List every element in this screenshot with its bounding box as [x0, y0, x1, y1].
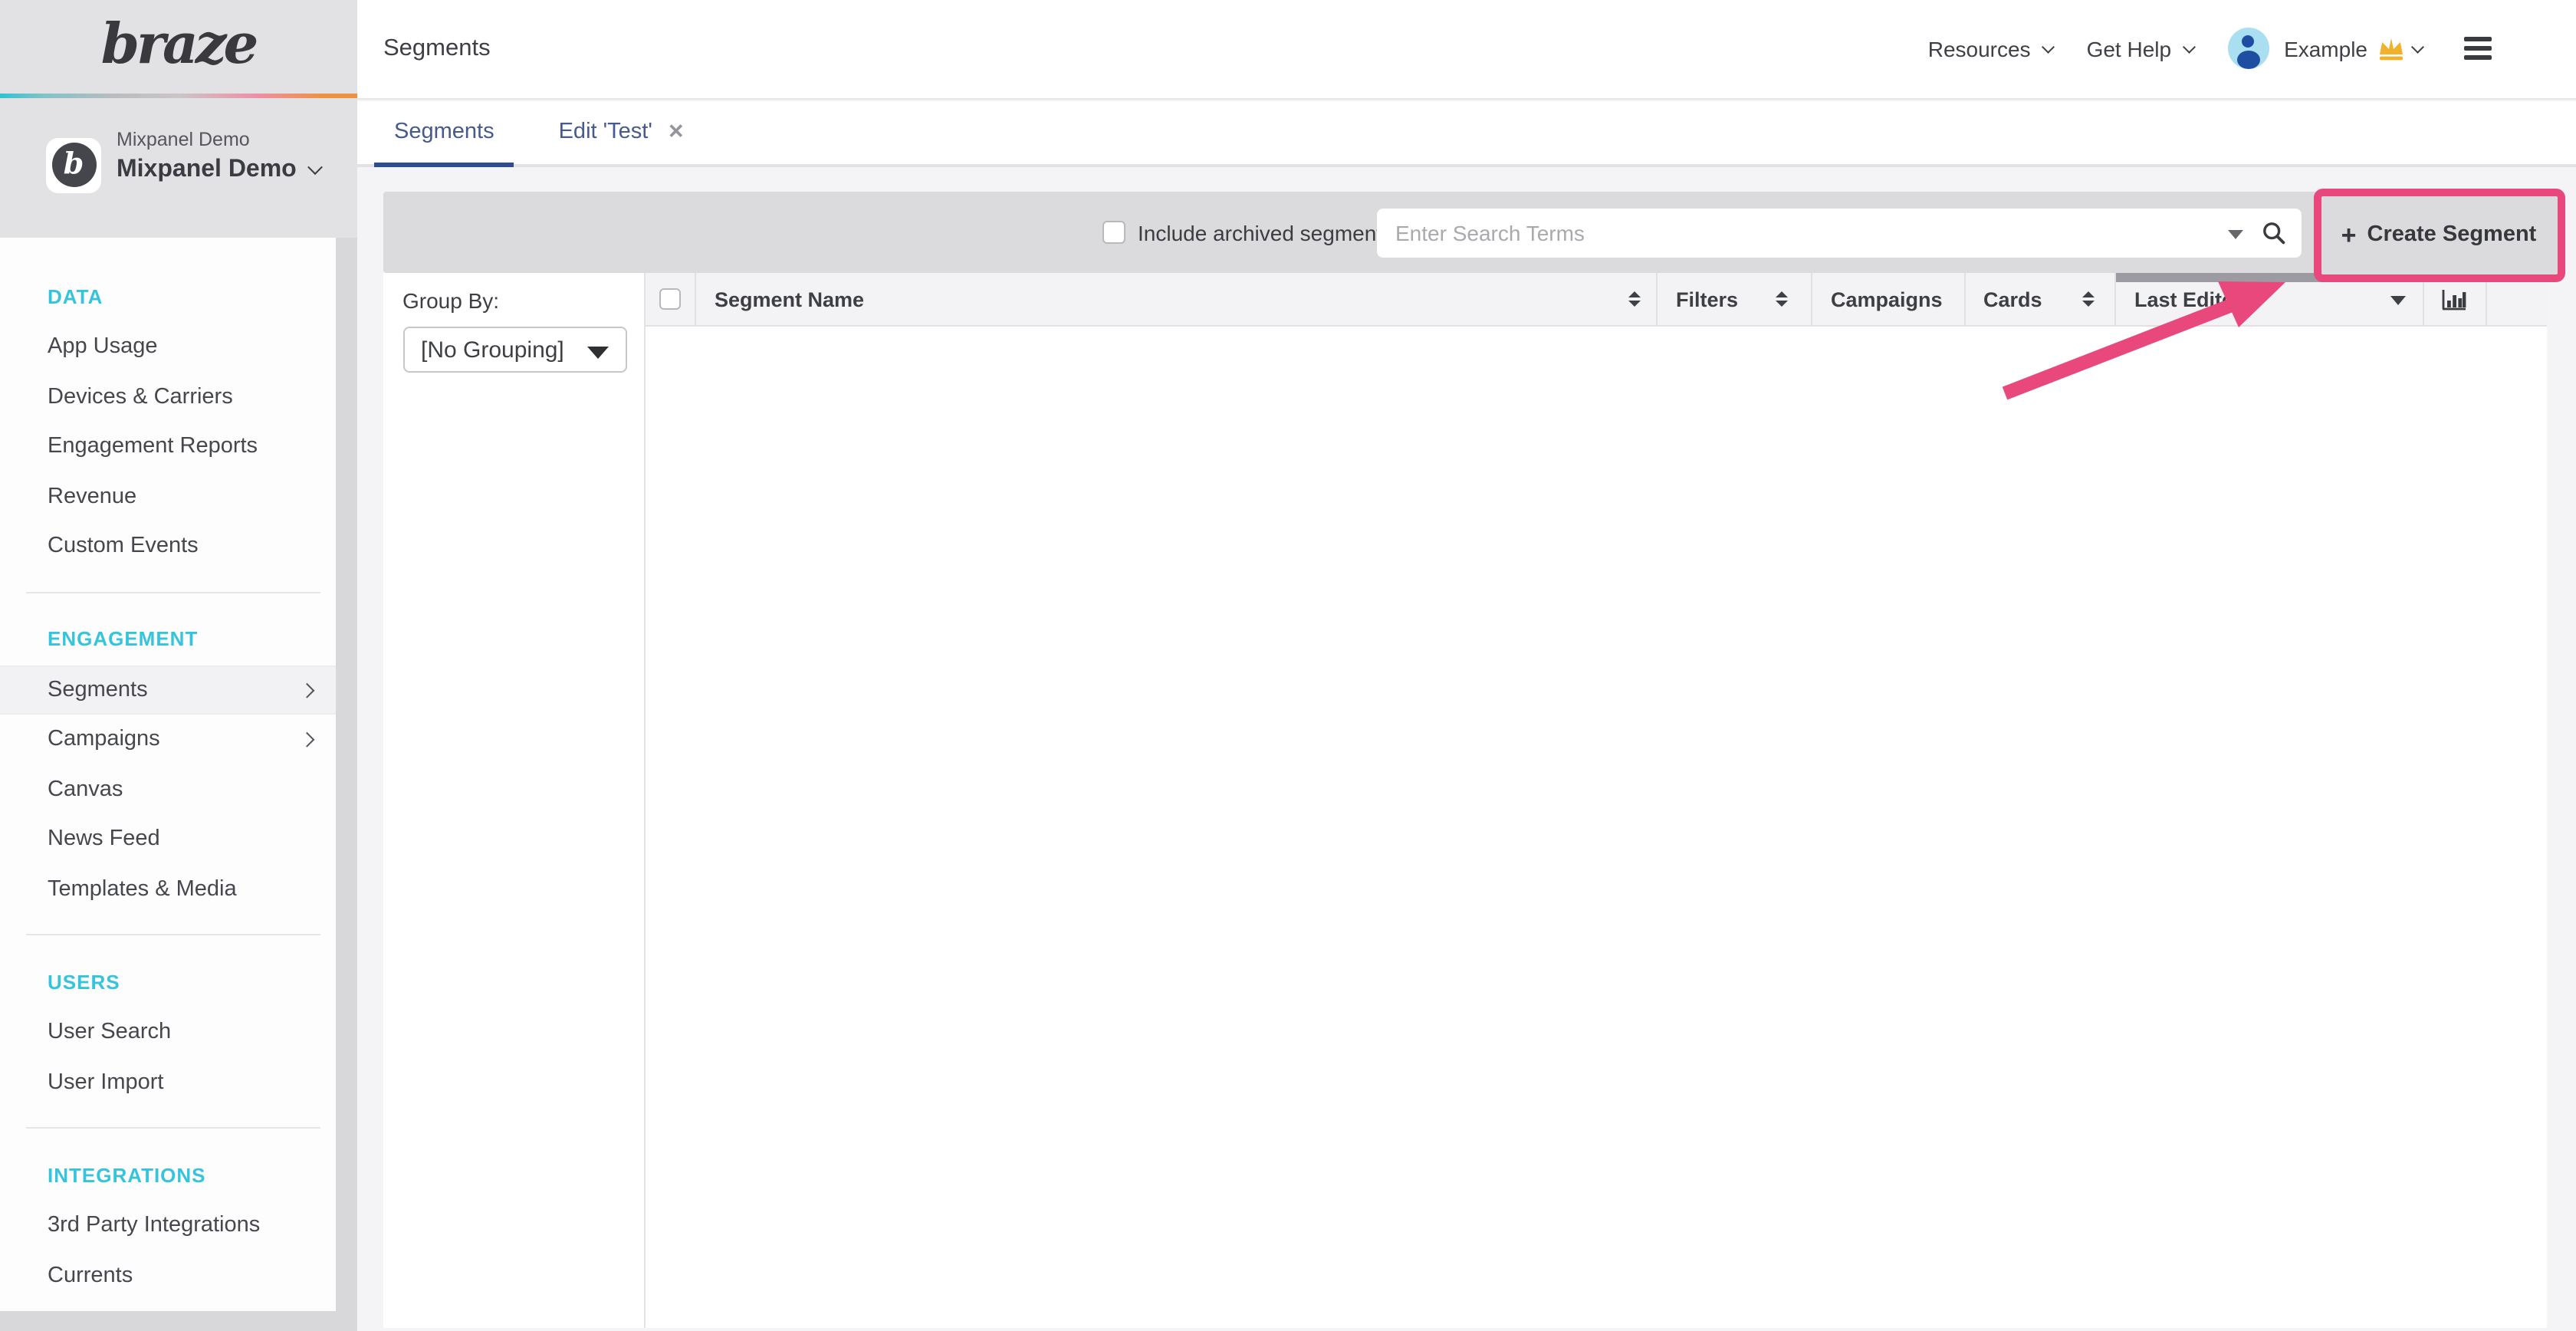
hamburger-menu-icon[interactable]: [2463, 38, 2491, 61]
caret-down-icon[interactable]: [2228, 229, 2243, 238]
table-body-empty: [646, 327, 2547, 1328]
search-box: [1377, 208, 2302, 257]
page-title: Segments: [383, 0, 491, 99]
nav-divider: [26, 1127, 320, 1129]
close-icon[interactable]: ✕: [668, 120, 685, 144]
top-bar: Segments Resources Get Help Example: [356, 0, 2576, 99]
avatar[interactable]: [2227, 28, 2269, 70]
sidebar-item-user-import[interactable]: User Import: [0, 1057, 335, 1107]
sort-icon[interactable]: [1628, 291, 1641, 307]
search-icon[interactable]: [2262, 220, 2286, 245]
username: Example: [2284, 37, 2367, 61]
chevron-down-icon: [308, 159, 324, 175]
group-by-panel: Group By: [No Grouping]: [383, 273, 646, 1328]
sidebar-item-segments[interactable]: Segments: [0, 665, 335, 715]
segments-toolbar: Include archived segments: [383, 192, 2547, 273]
nav-divider: [26, 591, 320, 593]
get-help-menu[interactable]: Get Help: [2087, 37, 2194, 61]
braze-dashboard: braze b Mixpanel Demo Mixpanel Demo DATA…: [0, 0, 2576, 1331]
annotation-highlight-box: + Create Segment: [2313, 188, 2564, 282]
group-by-select[interactable]: [No Grouping]: [402, 327, 626, 373]
nav-section-users: USERS: [0, 955, 335, 1007]
chevron-down-icon[interactable]: [2412, 41, 2424, 53]
chevron-right-icon: [300, 682, 314, 696]
sidebar-item-news-feed[interactable]: News Feed: [0, 814, 335, 864]
sidebar-item-3rd-party-integrations[interactable]: 3rd Party Integrations: [0, 1201, 335, 1250]
sort-icon[interactable]: [2082, 291, 2095, 307]
sidebar-item-campaigns[interactable]: Campaigns: [0, 715, 335, 764]
top-bar-right: Resources Get Help Example: [1928, 0, 2491, 97]
tab-segments[interactable]: Segments: [374, 100, 514, 163]
braze-logo: braze: [101, 12, 256, 82]
workspace-name[interactable]: Mixpanel Demo: [117, 156, 321, 183]
sort-icon[interactable]: [1775, 291, 1787, 307]
column-segment-name[interactable]: Segment Name: [696, 273, 1658, 325]
sort-desc-icon[interactable]: [2390, 295, 2405, 304]
nav-section-integrations: INTEGRATIONS: [0, 1149, 335, 1201]
tab-edit-test[interactable]: Edit 'Test' ✕: [539, 100, 705, 163]
select-all-cell: [646, 273, 696, 325]
crown-icon: [2377, 37, 2406, 61]
chevron-down-icon: [2042, 41, 2055, 53]
include-archived-label: Include archived segments: [1138, 220, 1393, 245]
chevron-down-icon: [2183, 41, 2196, 53]
nav-section-engagement: ENGAGEMENT: [0, 613, 335, 665]
main-content: Include archived segments + Create Segme…: [356, 169, 2576, 1331]
nav-section-data: DATA: [0, 270, 335, 322]
sidebar-item-user-search[interactable]: User Search: [0, 1007, 335, 1057]
bar-chart-icon: [2441, 288, 2467, 311]
resources-menu[interactable]: Resources: [1928, 37, 2053, 61]
avatar-person-icon: [2242, 36, 2254, 48]
sidebar-item-custom-events[interactable]: Custom Events: [0, 521, 335, 571]
column-cards[interactable]: Cards: [1965, 273, 2116, 325]
column-filters[interactable]: Filters: [1658, 273, 1812, 325]
sidebar-item-canvas[interactable]: Canvas: [0, 764, 335, 814]
search-input[interactable]: [1377, 208, 2302, 257]
caret-down-icon: [586, 347, 608, 359]
sidebar-item-revenue[interactable]: Revenue: [0, 472, 335, 521]
table-header: Segment Name Filters Campaigns Cards Las…: [646, 273, 2547, 327]
sidebar-item-devices-carriers[interactable]: Devices & Carriers: [0, 372, 335, 422]
sidebar-item-currents[interactable]: Currents: [0, 1250, 335, 1300]
include-archived-control: Include archived segments: [1102, 192, 1393, 273]
segments-list-card: Group By: [No Grouping] Segment Name Fil…: [383, 273, 2547, 1328]
brand-header: braze: [0, 0, 356, 94]
nav-divider: [26, 934, 320, 935]
tab-bar: Segments Edit 'Test' ✕: [356, 100, 2576, 166]
sidebar-nav: DATA App Usage Devices & Carriers Engage…: [0, 238, 335, 1311]
select-all-checkbox[interactable]: [659, 288, 681, 310]
workspace-selector[interactable]: b Mixpanel Demo Mixpanel Demo: [0, 97, 356, 238]
sidebar-item-app-usage[interactable]: App Usage: [0, 322, 335, 372]
sidebar-item-engagement-reports[interactable]: Engagement Reports: [0, 422, 335, 472]
plus-icon: +: [2341, 222, 2357, 248]
chevron-right-icon: [300, 732, 314, 746]
create-segment-button[interactable]: + Create Segment: [2321, 196, 2557, 274]
include-archived-checkbox[interactable]: [1102, 221, 1125, 244]
group-by-label: Group By:: [402, 288, 499, 313]
sidebar-item-templates-media[interactable]: Templates & Media: [0, 864, 335, 914]
workspace-app-icon: b: [46, 137, 101, 192]
workspace-app-label: Mixpanel Demo: [117, 128, 250, 150]
sidebar: braze b Mixpanel Demo Mixpanel Demo DATA…: [0, 0, 356, 1331]
column-campaigns[interactable]: Campaigns: [1812, 273, 1965, 325]
braze-b-icon: b: [51, 143, 96, 187]
